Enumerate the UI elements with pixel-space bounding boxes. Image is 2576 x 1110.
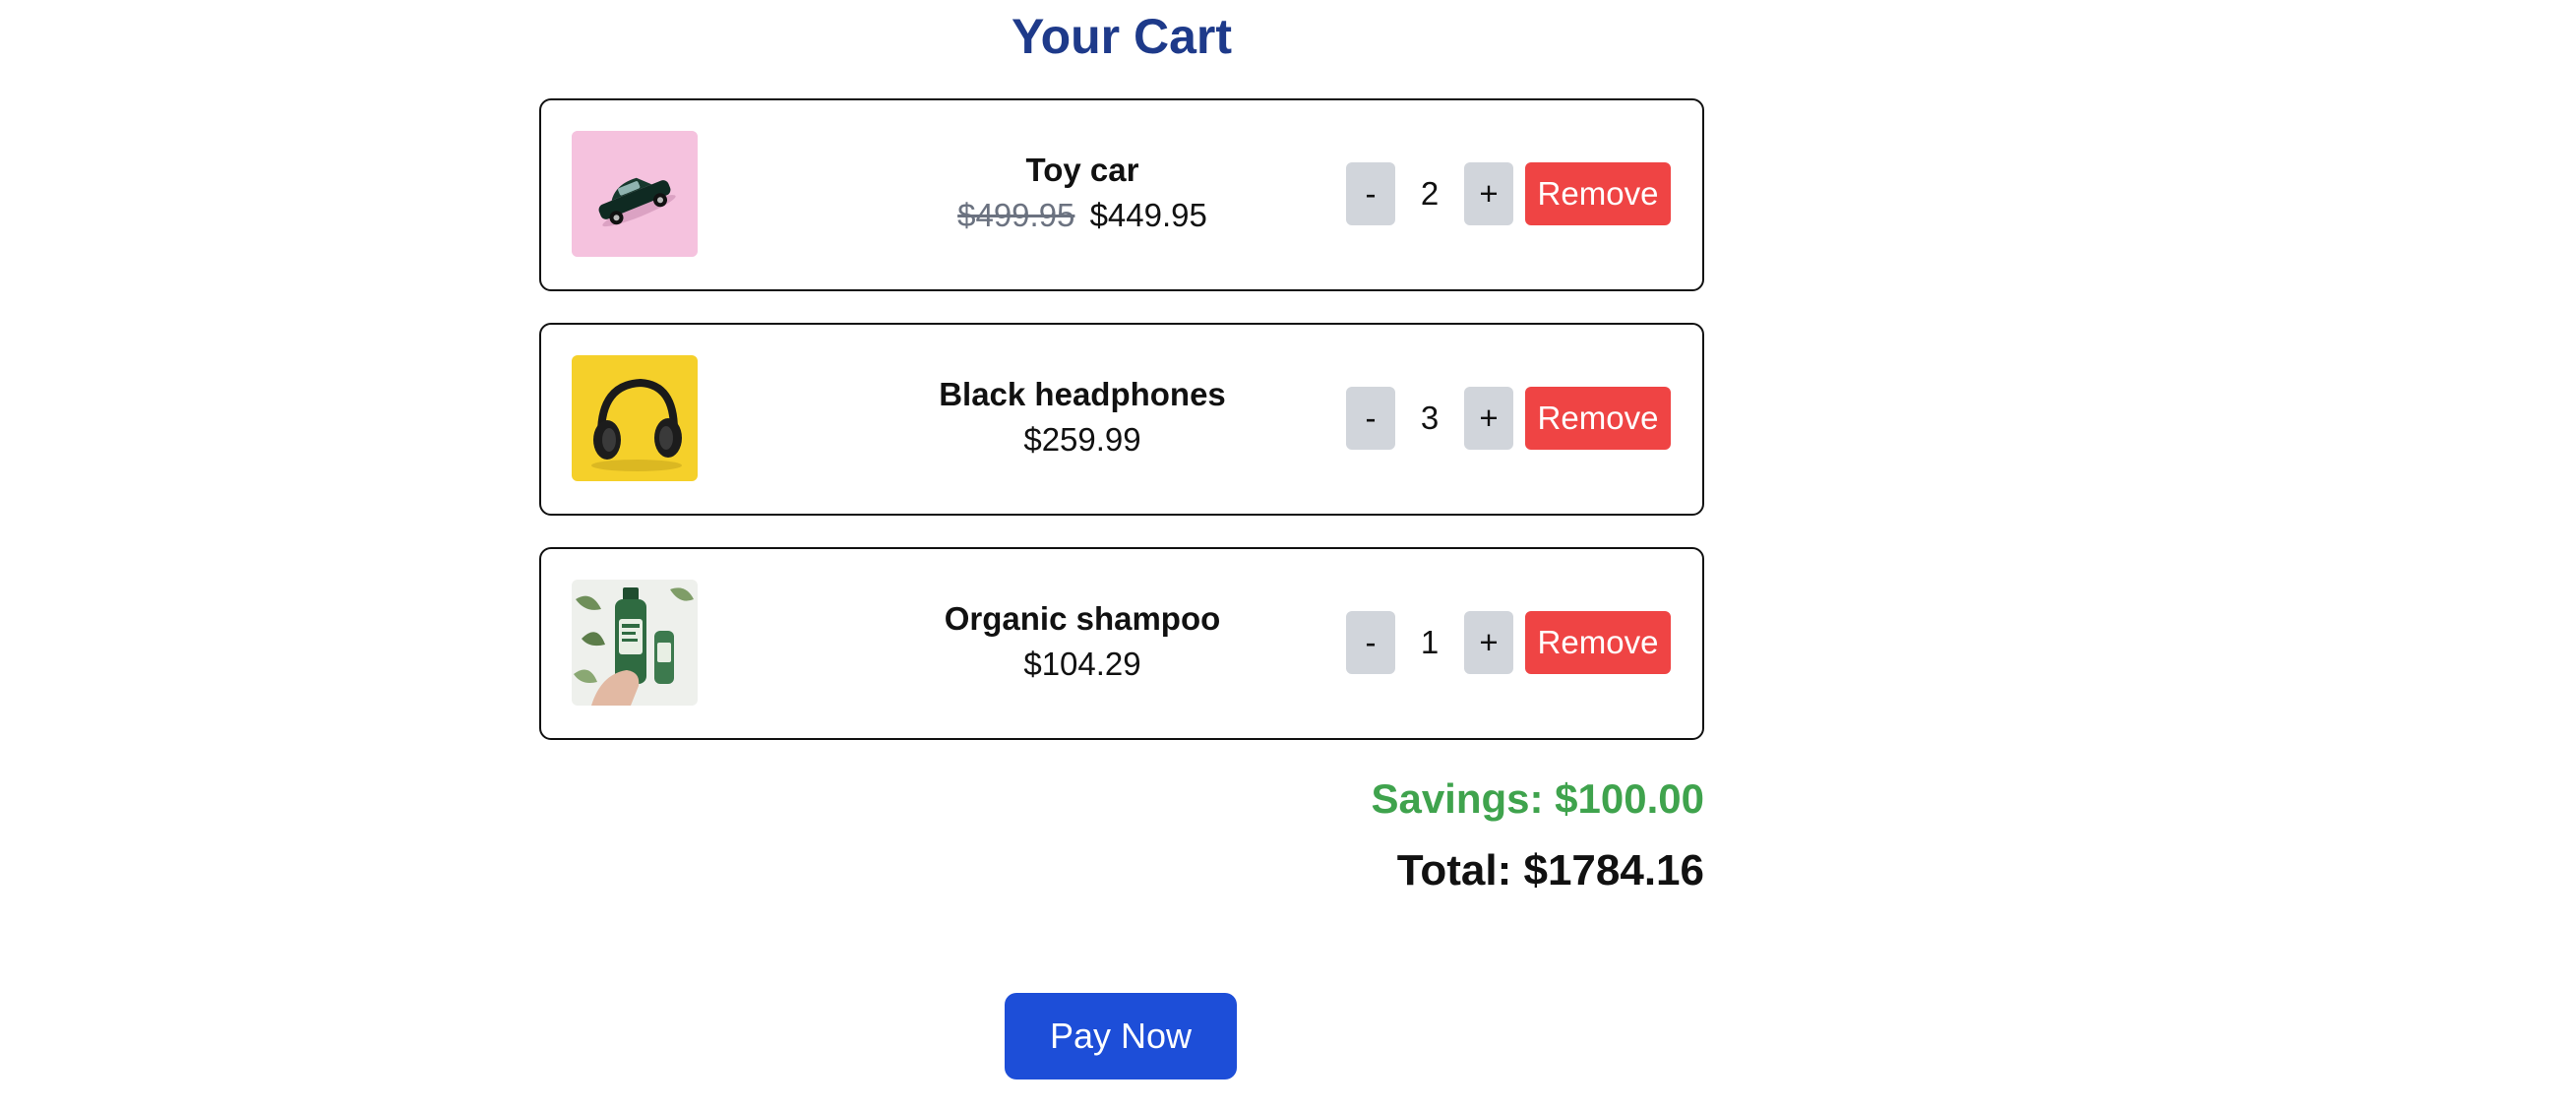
shampoo-bottle-icon — [572, 580, 698, 706]
toy-car-icon — [572, 131, 698, 257]
item-name: Organic shampoo — [944, 600, 1221, 637]
page-title: Your Cart — [1011, 9, 1233, 64]
remove-button[interactable]: Remove — [1525, 611, 1671, 674]
increment-button[interactable]: + — [1464, 611, 1513, 674]
item-price-row: $259.99 — [856, 417, 1309, 462]
quantity-value: 2 — [1420, 175, 1440, 212]
quantity-stepper: - 2 + — [1346, 162, 1513, 225]
quantity-stepper: - 1 + — [1346, 611, 1513, 674]
item-info: Black headphones $259.99 — [856, 372, 1309, 462]
decrement-button[interactable]: - — [1346, 387, 1395, 450]
item-price-row: $104.29 — [856, 642, 1309, 687]
item-info: Toy car $499.95 $449.95 — [856, 148, 1309, 238]
item-price-row: $499.95 $449.95 — [856, 193, 1309, 238]
remove-button[interactable]: Remove — [1525, 387, 1671, 450]
item-price: $449.95 — [1089, 197, 1207, 233]
pay-now-button[interactable]: Pay Now — [1005, 993, 1237, 1079]
quantity-value: 3 — [1420, 400, 1440, 436]
item-price: $259.99 — [1023, 421, 1141, 458]
toy-car-image — [572, 131, 698, 257]
quantity-value: 1 — [1420, 624, 1440, 660]
item-name: Toy car — [1025, 152, 1139, 188]
original-price: $499.95 — [957, 197, 1075, 233]
cart-item: Toy car $499.95 $449.95 - 2 + Remove — [539, 98, 1704, 291]
cart-item: Organic shampoo $104.29 - 1 + Remove — [539, 547, 1704, 740]
item-name: Black headphones — [939, 376, 1226, 412]
decrement-button[interactable]: - — [1346, 611, 1395, 674]
cart-page: Your Cart Toy car $499.95 $449.95 - 2 + … — [0, 0, 2576, 1110]
cart-total: Total: $1784.16 — [1396, 846, 1704, 894]
increment-button[interactable]: + — [1464, 387, 1513, 450]
increment-button[interactable]: + — [1464, 162, 1513, 225]
cart-item-list: Toy car $499.95 $449.95 - 2 + Remove Bla… — [539, 98, 1704, 771]
cart-item: Black headphones $259.99 - 3 + Remove — [539, 323, 1704, 516]
savings-amount: Savings: $100.00 — [1371, 775, 1704, 822]
item-info: Organic shampoo $104.29 — [856, 596, 1309, 687]
item-price: $104.29 — [1023, 646, 1141, 682]
headphones-image — [572, 355, 698, 481]
shampoo-bottle-image — [572, 580, 698, 706]
decrement-button[interactable]: - — [1346, 162, 1395, 225]
headphones-icon — [572, 355, 698, 481]
quantity-stepper: - 3 + — [1346, 387, 1513, 450]
remove-button[interactable]: Remove — [1525, 162, 1671, 225]
